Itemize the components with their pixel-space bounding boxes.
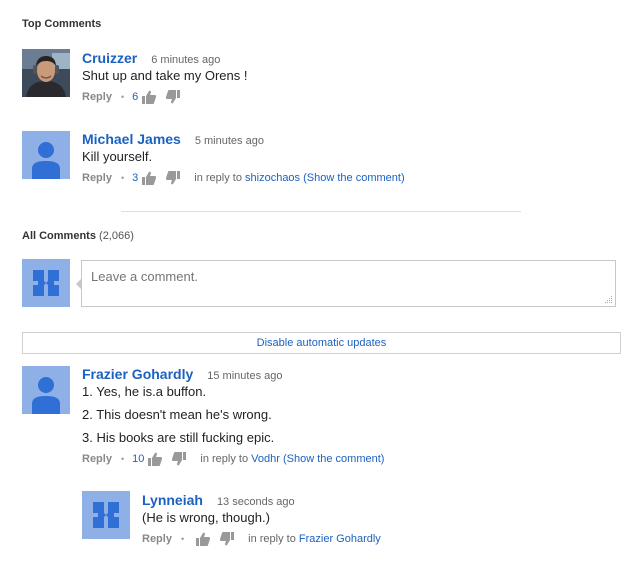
comment-input[interactable] [81,260,616,307]
thumbs-down-icon[interactable] [166,90,181,104]
avatar[interactable] [22,131,70,179]
like-count: 6 [132,91,139,103]
author-name[interactable]: Lynneiah [142,492,203,508]
user-photo-icon [22,49,70,97]
thumbs-down-icon[interactable] [172,452,187,466]
thumbs-down-icon[interactable] [220,532,235,546]
comment-text: (He is wrong, though.) [142,510,270,525]
comment-text: 1. Yes, he is.a buffon. 2. This doesn't … [82,384,282,453]
in-reply-to-label: in reply to [248,533,296,545]
comment-line: 2. This doesn't mean he's wrong. [82,407,272,422]
in-reply-to: in reply to Frazier Gohardly [248,533,381,545]
separator-dot: • [120,454,125,464]
in-reply-to-label: in reply to [194,172,242,184]
reply-button[interactable]: Reply [82,453,112,465]
author-name[interactable]: Frazier Gohardly [82,366,193,382]
section-divider [121,211,521,212]
comment-line: 3. His books are still fucking epic. [82,430,275,445]
in-reply-to-label: in reply to [200,453,249,465]
reply-button[interactable]: Reply [82,91,112,103]
default-person-icon [22,131,70,179]
comment-timestamp[interactable]: 6 minutes ago [151,54,220,66]
comment-text: Shut up and take my Orens ! [82,68,248,83]
comment-composer [76,260,616,307]
comment-line: 1. Yes, he is.a buffon. [82,384,207,399]
comment-timestamp[interactable]: 15 minutes ago [207,370,282,382]
reply-button[interactable]: Reply [142,533,172,545]
separator-dot: • [120,173,125,183]
author-name[interactable]: Michael James [82,131,181,147]
disable-updates-button[interactable]: Disable automatic updates [22,332,621,354]
in-reply-to: in reply to shizochaos (Show the comment… [194,172,404,184]
thumbs-down-icon[interactable] [166,171,181,185]
default-person-icon [22,366,70,414]
top-comments-heading: Top Comments [22,18,102,30]
separator-dot: • [120,92,125,102]
in-reply-to-user-link[interactable]: Vodhr [251,453,280,465]
in-reply-to-user-link[interactable]: Frazier Gohardly [299,533,381,545]
in-reply-to: in reply to Vodhr (Show the comment) [200,453,384,465]
show-comment-link[interactable]: (Show the comment) [283,453,384,465]
comment-timestamp[interactable]: 5 minutes ago [195,135,264,147]
reply-button[interactable]: Reply [82,172,112,184]
avatar[interactable] [82,491,130,539]
all-comments-title: All Comments [22,230,96,242]
avatar[interactable] [22,366,70,414]
like-count: 10 [132,453,145,465]
current-user-avatar [22,259,70,307]
like-count: 3 [132,172,139,184]
show-comment-link[interactable]: (Show the comment) [303,172,404,184]
thumbs-up-icon[interactable] [142,171,157,185]
resize-grip-icon[interactable] [603,294,613,304]
avatar[interactable] [22,49,70,97]
comment-text: Kill yourself. [82,149,153,164]
thumbs-up-icon[interactable] [196,532,211,546]
all-comments-heading: All Comments (2,066) [22,230,134,242]
author-name[interactable]: Cruizzer [82,50,137,66]
comment-timestamp[interactable]: 13 seconds ago [217,496,295,508]
thumbs-up-icon[interactable] [148,452,163,466]
separator-dot: • [180,534,185,544]
comment-count: (2,066) [99,230,134,242]
default-quilt-icon [82,491,130,539]
in-reply-to-user-link[interactable]: shizochaos [245,172,300,184]
thumbs-up-icon[interactable] [142,90,157,104]
default-quilt-icon [22,259,70,307]
